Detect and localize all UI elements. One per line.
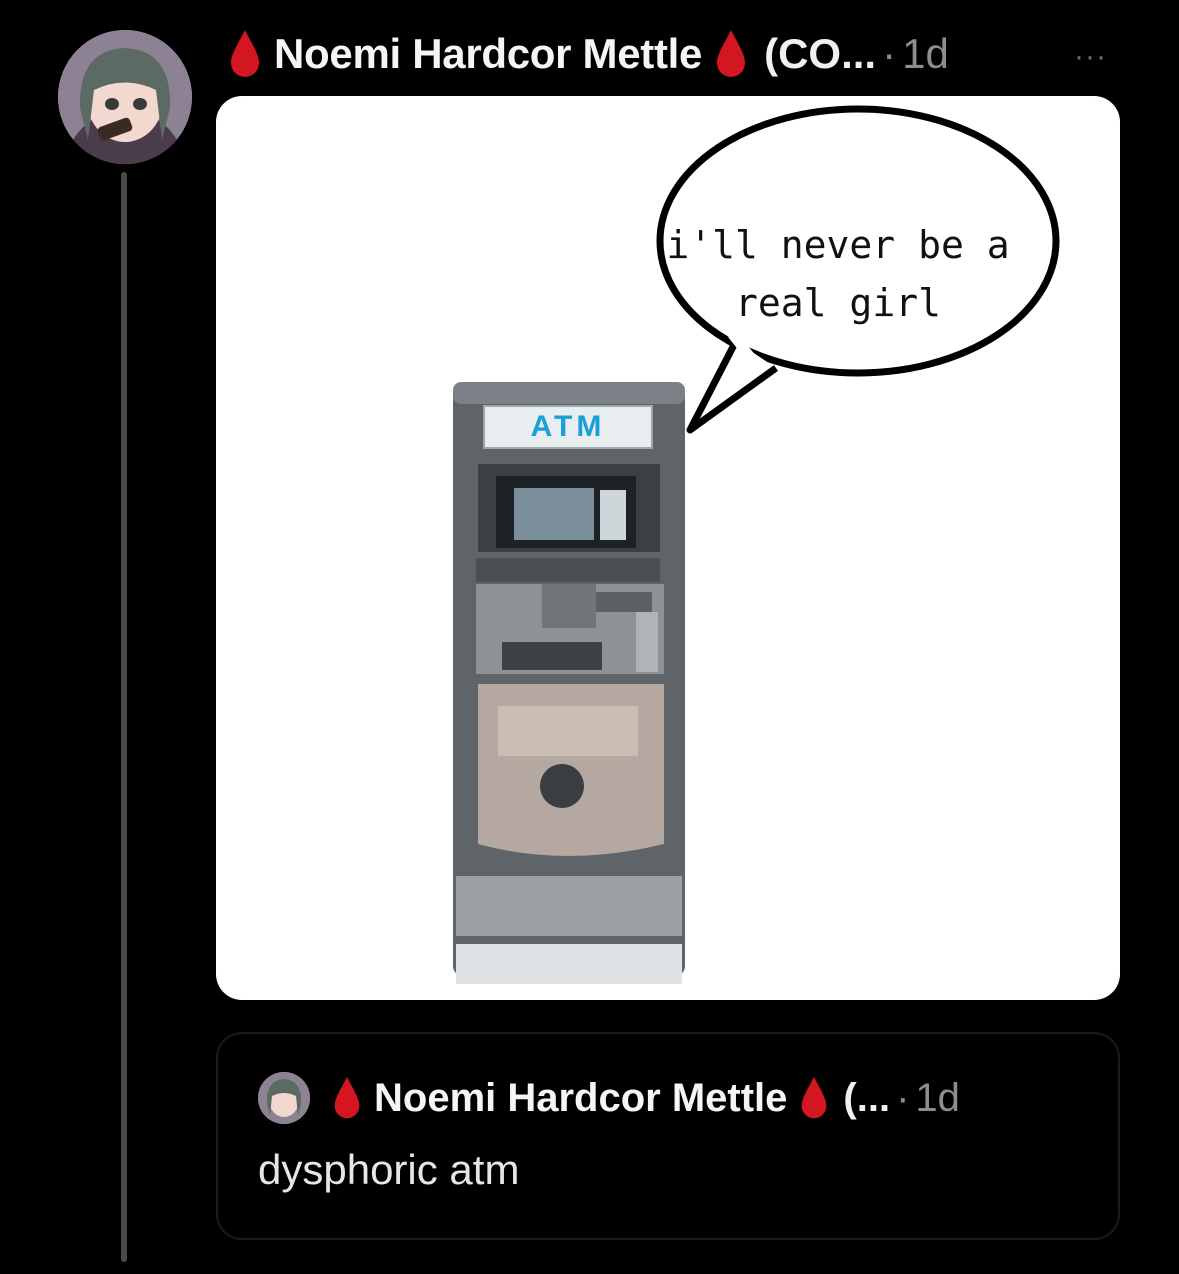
atm-sign-text: ATM bbox=[530, 410, 606, 443]
anime-avatar-icon bbox=[258, 1072, 310, 1124]
quoted-post-time: 1d bbox=[915, 1075, 960, 1120]
speech-line-1: i'll never be a bbox=[666, 223, 1010, 267]
post-header: Noemi Hardcor Mettle (CO... · 1d bbox=[228, 24, 949, 84]
quoted-author-avatar[interactable] bbox=[258, 1072, 310, 1124]
separator: · bbox=[882, 30, 897, 77]
post-image[interactable]: ATM i'll never be a real girl bbox=[216, 96, 1120, 1000]
post: Noemi Hardcor Mettle (CO... · 1d ··· ATM… bbox=[0, 0, 1179, 1274]
separator: · bbox=[896, 1075, 910, 1120]
quoted-author-name[interactable]: Noemi Hardcor Mettle bbox=[374, 1076, 787, 1121]
quoted-post-header: Noemi Hardcor Mettle (... · 1d bbox=[258, 1070, 960, 1126]
anime-avatar-icon bbox=[58, 30, 192, 164]
thread-line bbox=[121, 172, 127, 1262]
blood-drop-icon bbox=[231, 30, 259, 77]
quoted-post-text: dysphoric atm bbox=[258, 1146, 520, 1193]
author-handle[interactable]: (CO... bbox=[764, 30, 876, 78]
speech-bubble-text: i'll never be a real girl bbox=[658, 216, 1018, 332]
author-avatar[interactable] bbox=[58, 30, 192, 164]
speech-line-2: real girl bbox=[735, 281, 941, 325]
author-name[interactable]: Noemi Hardcor Mettle bbox=[274, 30, 702, 78]
blood-drop-icon bbox=[334, 1076, 360, 1119]
blood-drop-icon bbox=[717, 30, 746, 77]
blood-drop-icon bbox=[802, 1076, 827, 1119]
quoted-post[interactable]: Noemi Hardcor Mettle (... · 1d dysphoric… bbox=[216, 1032, 1120, 1240]
post-time: 1d bbox=[902, 30, 949, 77]
more-options-icon[interactable]: ··· bbox=[1074, 40, 1107, 74]
quoted-author-handle[interactable]: (... bbox=[843, 1076, 890, 1121]
